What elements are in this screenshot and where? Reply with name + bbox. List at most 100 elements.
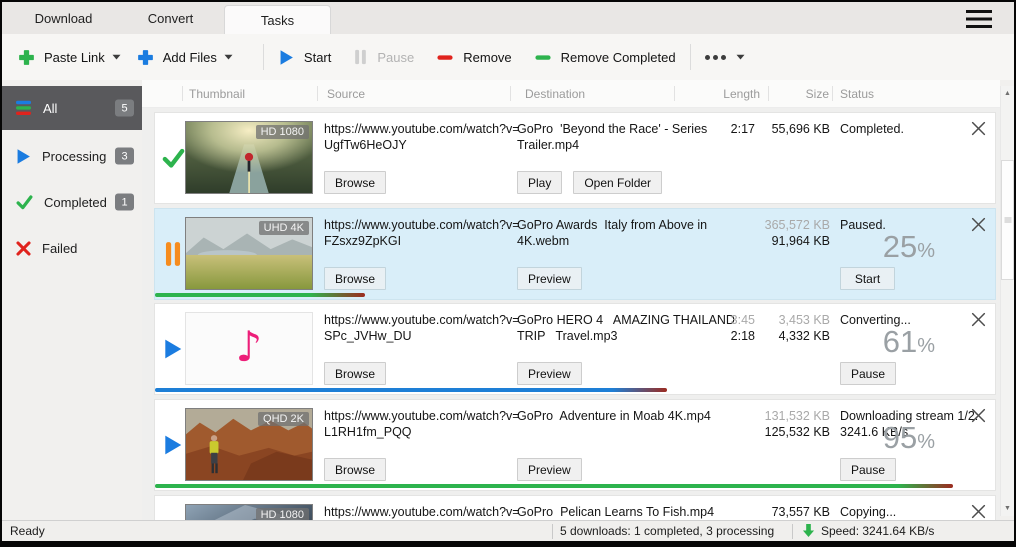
thumbnail: HD 1080 (185, 121, 313, 194)
pause-button[interactable]: Pause (840, 362, 896, 385)
toolbar-separator (690, 44, 691, 70)
task-table: Thumbnail Source Destination Length Size… (142, 80, 1000, 520)
tab-convert[interactable]: Convert (117, 2, 224, 34)
check-green-icon (160, 145, 186, 171)
source-url-line1: https://www.youtube.com/watch?v= (324, 217, 520, 233)
scrollbar-thumb[interactable] (1001, 160, 1014, 280)
toolbar: Paste Link Add Files Start Pause Remove … (2, 34, 1014, 80)
downloads-summary-text: 5 downloads: 1 completed, 3 processing (560, 524, 774, 538)
remove-completed-button[interactable]: Remove Completed (534, 49, 676, 66)
size-total: 365,572 KB (765, 217, 830, 233)
start-button[interactable]: Start (840, 267, 895, 290)
browse-button[interactable]: Browse (324, 267, 386, 290)
tab-label: Convert (148, 11, 194, 26)
task-row[interactable]: QHD 2Khttps://www.youtube.com/watch?v=L1… (154, 399, 996, 491)
destination-filename: GoPro 'Beyond the Race' - SeriesTrailer.… (517, 121, 707, 153)
remove-button[interactable]: Remove (436, 49, 511, 66)
progress-bar (155, 293, 365, 297)
browse-button[interactable]: Browse (324, 458, 386, 481)
failed-icon (15, 240, 32, 257)
source-url-line2: SPc_JVHw_DU (324, 328, 520, 344)
close-x-icon (970, 124, 987, 141)
close-task-button[interactable] (970, 407, 988, 425)
destination-line1: GoPro HERO 4 AMAZING THAILAND (517, 312, 735, 328)
column-header-source[interactable]: Source (327, 87, 365, 101)
tab-tasks[interactable]: Tasks (224, 5, 331, 34)
sidebar-item-all[interactable]: All5 (2, 86, 142, 130)
add-files-button[interactable]: Add Files (137, 49, 217, 66)
preview-button[interactable]: Preview (517, 267, 582, 290)
source-url-line2: L1RH1fm_PQQ (324, 424, 520, 440)
close-x-icon (970, 411, 987, 428)
preview-button[interactable]: Preview (517, 362, 582, 385)
ellipsis-icon (705, 55, 729, 60)
destination-line1: GoPro Awards Italy from Above in (517, 217, 707, 233)
chevron-down-icon (224, 47, 233, 64)
menu-button[interactable] (966, 9, 992, 29)
tab-download[interactable]: Download (10, 2, 117, 34)
open-folder-button[interactable]: Open Folder (573, 171, 662, 194)
speed-text: Speed: 3241.64 KB/s (821, 524, 934, 538)
statusbar-separator (552, 524, 553, 539)
task-row[interactable]: HD 1080https://www.youtube.com/watch?v=U… (154, 112, 996, 204)
sidebar-item-completed[interactable]: Completed1 (2, 180, 142, 224)
column-header-length[interactable]: Length (723, 87, 760, 101)
plus-blue-icon (137, 49, 154, 66)
length-cell: 3:452:18 (731, 312, 755, 344)
header-separator (768, 86, 769, 101)
sidebar-item-processing[interactable]: Processing3 (2, 134, 142, 178)
length-cell: 2:17 (731, 121, 755, 137)
source-url-line1: https://www.youtube.com/watch?v= (324, 408, 520, 424)
scrollbar-track[interactable]: ▲ ▼ (1000, 86, 1014, 516)
paste-link-button[interactable]: Paste Link (18, 49, 105, 66)
column-header-thumbnail[interactable]: Thumbnail (189, 87, 245, 101)
task-row[interactable]: UHD 4Khttps://www.youtube.com/watch?v=FZ… (154, 208, 996, 300)
source-url-line2: UgfTw6HeOJY (324, 137, 520, 153)
browse-button[interactable]: Browse (324, 171, 386, 194)
paste-link-label: Paste Link (44, 50, 105, 65)
close-task-button[interactable] (970, 216, 988, 234)
more-options-dropdown[interactable] (736, 54, 745, 60)
speed-arrow-down-icon (802, 523, 815, 538)
preview-button[interactable]: Preview (517, 458, 582, 481)
status-ready-text: Ready (10, 524, 45, 538)
arrow-up-icon: ▲ (1004, 90, 1011, 97)
thumbnail: HD 1080 (185, 504, 313, 520)
count-badge: 1 (115, 194, 134, 211)
column-header-destination[interactable]: Destination (525, 87, 585, 101)
size-current: 4,332 KB (779, 328, 830, 344)
column-header-status[interactable]: Status (840, 87, 874, 101)
size-cell: 365,572 KB91,964 KB (765, 217, 830, 249)
percent-sign: % (917, 335, 935, 357)
sidebar-item-label: Processing (42, 149, 106, 164)
column-header-size[interactable]: Size (806, 87, 829, 101)
scrollbar-down-button[interactable]: ▼ (1001, 501, 1014, 516)
close-task-button[interactable] (970, 503, 988, 520)
task-row[interactable]: HD 1080https://www.youtube.com/watch?v=p… (154, 495, 996, 520)
sidebar-item-failed[interactable]: Failed (2, 226, 142, 270)
close-task-button[interactable] (970, 311, 988, 329)
source-url: https://www.youtube.com/watch?v=L1RH1fm_… (324, 408, 520, 440)
add-files-dropdown[interactable] (224, 54, 233, 60)
pause-button[interactable]: Pause (840, 458, 896, 481)
browse-button[interactable]: Browse (324, 362, 386, 385)
quality-badge: HD 1080 (256, 508, 309, 520)
scrollbar-up-button[interactable]: ▲ (1001, 86, 1014, 101)
toolbar-separator (263, 44, 264, 70)
destination-line2: 4K.webm (517, 233, 707, 249)
close-task-button[interactable] (970, 120, 988, 138)
destination-actions: Preview (517, 362, 582, 385)
size-cell: 3,453 KB4,332 KB (779, 312, 830, 344)
tab-label: Tasks (261, 13, 294, 28)
pause-button[interactable]: Pause (353, 49, 414, 65)
scrollbar-grip-icon (1004, 217, 1011, 224)
more-options-button[interactable] (705, 55, 729, 60)
destination-filename: GoPro HERO 4 AMAZING THAILANDTRIP Travel… (517, 312, 735, 344)
progress-percent-number: 25 (883, 229, 917, 264)
start-button[interactable]: Start (278, 49, 331, 66)
app-window: Download Convert Tasks Paste Link Add File… (0, 0, 1016, 547)
play-button[interactable]: Play (517, 171, 562, 194)
paste-link-dropdown[interactable] (112, 54, 121, 60)
pause-label: Pause (377, 50, 414, 65)
task-row[interactable]: ♪https://www.youtube.com/watch?v=SPc_JVH… (154, 303, 996, 395)
